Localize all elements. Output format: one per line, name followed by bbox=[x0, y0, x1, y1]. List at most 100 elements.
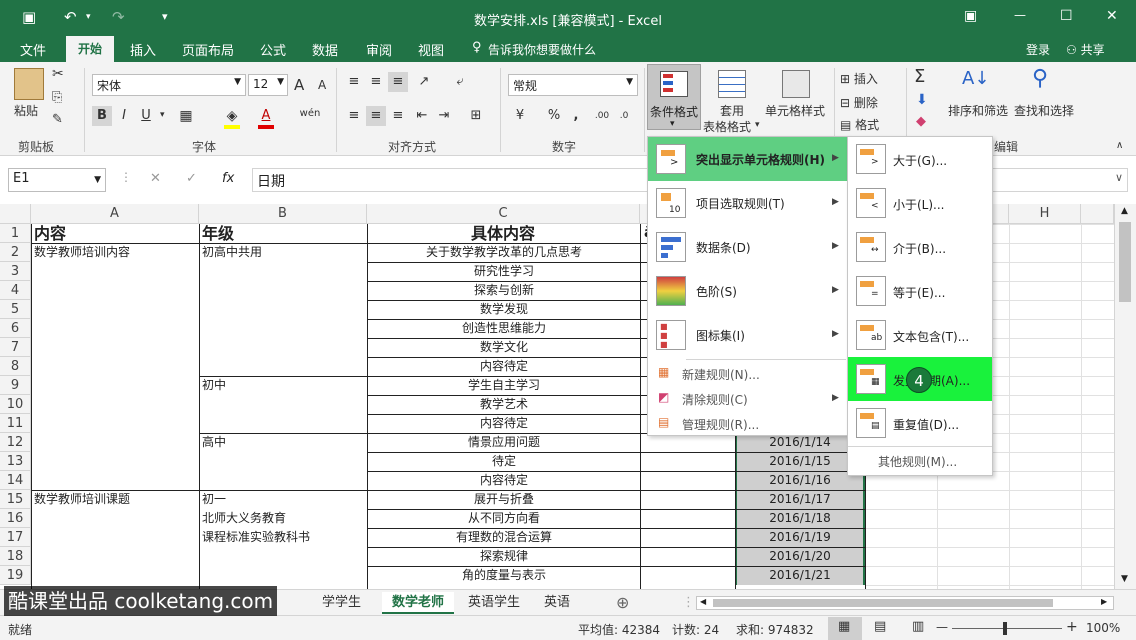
cell-styles-label[interactable]: 单元格样式 bbox=[765, 102, 825, 119]
format-cells-button[interactable]: ▤ 格式 bbox=[840, 116, 879, 133]
border-icon[interactable]: ▦ bbox=[176, 106, 196, 126]
submenu-item[interactable]: ↔ 介于(B)... bbox=[848, 225, 992, 269]
row-header[interactable]: 17 bbox=[0, 528, 31, 547]
autosum-icon[interactable]: Σ bbox=[914, 66, 925, 87]
cell-date[interactable]: 2016/1/21 bbox=[738, 566, 862, 585]
sort-filter-icon[interactable]: A↓ bbox=[962, 68, 989, 89]
horizontal-scrollbar[interactable]: ◀ ▶ bbox=[696, 596, 1114, 610]
row-header[interactable]: 3 bbox=[0, 262, 31, 281]
cell-date[interactable]: 2016/1/18 bbox=[738, 509, 862, 528]
format-as-table-label-1[interactable]: 套用 bbox=[720, 102, 744, 119]
decrease-indent-icon[interactable]: ⇤ bbox=[412, 106, 432, 126]
italic-button[interactable]: I bbox=[114, 106, 134, 126]
orientation-icon[interactable]: ↗ bbox=[414, 72, 434, 92]
sheet-tab-math-students[interactable]: 学学生 bbox=[312, 592, 371, 614]
scroll-up-icon[interactable]: ▲ bbox=[1121, 206, 1128, 216]
ribbon-display-icon[interactable]: ▣ bbox=[964, 8, 977, 24]
cell-date[interactable]: 2016/1/20 bbox=[738, 547, 862, 566]
find-select-icon[interactable]: ⚲ bbox=[1032, 66, 1048, 91]
header-cell-content[interactable]: 内容 bbox=[34, 224, 194, 243]
row-header[interactable]: 9 bbox=[0, 376, 31, 395]
sort-filter-button[interactable]: 排序和筛选 bbox=[948, 102, 1008, 119]
cell-c[interactable]: 教学艺术 bbox=[370, 395, 638, 414]
maximize-icon[interactable]: ☐ bbox=[1060, 8, 1073, 24]
font-name-box[interactable]: 宋体 ▼ bbox=[92, 74, 246, 96]
cell-c[interactable]: 角的度量与表示 bbox=[370, 566, 638, 585]
tell-me-search[interactable]: 告诉我你想要做什么 bbox=[488, 41, 596, 58]
number-format-box[interactable]: 常规 ▼ bbox=[508, 74, 638, 96]
merge-center-icon[interactable]: ⊞ bbox=[466, 106, 486, 126]
row-header[interactable]: 5 bbox=[0, 300, 31, 319]
vertical-scrollbar[interactable]: ▲ ▼ bbox=[1114, 204, 1136, 589]
cell-a[interactable]: 数学教师培训课题 bbox=[34, 490, 198, 509]
find-select-button[interactable]: 查找和选择 bbox=[1014, 102, 1074, 119]
cell-date[interactable]: 2016/1/17 bbox=[738, 490, 862, 509]
cell-c[interactable]: 探索与创新 bbox=[370, 281, 638, 300]
conditional-formatting-button[interactable]: 条件格式 ▾ bbox=[647, 64, 701, 130]
tab-formulas[interactable]: 公式 bbox=[260, 40, 286, 59]
row-header[interactable]: 8 bbox=[0, 357, 31, 376]
page-break-view-icon[interactable]: ▥ bbox=[912, 619, 924, 634]
zoom-in-button[interactable]: + bbox=[1066, 619, 1078, 635]
middle-align-icon[interactable]: ≡ bbox=[366, 72, 386, 92]
menu-item-color-scales[interactable]: 色阶(S) ▶ bbox=[648, 269, 847, 313]
header-cell-grade[interactable]: 年级 bbox=[202, 224, 362, 243]
column-header-b[interactable]: B bbox=[199, 204, 367, 224]
cell-c[interactable]: 内容待定 bbox=[370, 357, 638, 376]
format-painter-icon[interactable]: ✎ bbox=[52, 112, 63, 127]
menu-item-manage-rules[interactable]: ▤ 管理规则(R)... bbox=[648, 411, 847, 435]
submenu-item[interactable]: = 等于(E)... bbox=[848, 269, 992, 313]
menu-item-icon-sets[interactable]: ■ ■ ■ 图标集(I) ▶ bbox=[648, 313, 847, 357]
row-header[interactable]: 2 bbox=[0, 243, 31, 262]
insert-function-icon[interactable]: fx bbox=[222, 171, 234, 186]
cell-b[interactable]: 初高中共用 bbox=[202, 243, 366, 262]
zoom-out-button[interactable]: — bbox=[936, 620, 948, 634]
currency-icon[interactable]: ¥ bbox=[510, 106, 530, 126]
close-icon[interactable]: ✕ bbox=[1106, 8, 1118, 24]
menu-item-more-rules[interactable]: 其他规则(M)... bbox=[878, 453, 957, 470]
row-header[interactable]: 7 bbox=[0, 338, 31, 357]
cell-c[interactable]: 数学文化 bbox=[370, 338, 638, 357]
normal-view-button[interactable]: ▦ bbox=[828, 617, 862, 640]
tab-review[interactable]: 审阅 bbox=[366, 40, 392, 59]
cell-c[interactable]: 研究性学习 bbox=[370, 262, 638, 281]
phonetic-guide-icon[interactable]: wén bbox=[298, 104, 322, 124]
sheet-tab-english[interactable]: 英语 bbox=[534, 592, 580, 614]
menu-item-new-rule[interactable]: ▦ 新建规则(N)... bbox=[648, 361, 847, 385]
chevron-down-icon[interactable]: ▾ bbox=[160, 110, 165, 120]
zoom-slider[interactable] bbox=[952, 628, 1062, 629]
cell-a[interactable]: 数学教师培训内容 bbox=[34, 243, 198, 262]
increase-indent-icon[interactable]: ⇥ bbox=[434, 106, 454, 126]
bottom-align-icon[interactable]: ≡ bbox=[388, 72, 408, 92]
name-box[interactable]: E1 ▼ bbox=[8, 168, 106, 192]
cell-c[interactable]: 内容待定 bbox=[370, 471, 638, 490]
paste-icon[interactable] bbox=[14, 68, 44, 100]
scroll-thumb[interactable] bbox=[1119, 222, 1131, 302]
cell-date[interactable]: 2016/1/16 bbox=[738, 471, 862, 490]
row-header[interactable]: 4 bbox=[0, 281, 31, 300]
sign-in-link[interactable]: 登录 bbox=[1026, 41, 1050, 58]
tab-view[interactable]: 视图 bbox=[418, 40, 444, 59]
minimize-icon[interactable]: — bbox=[1014, 8, 1026, 22]
row-header[interactable]: 16 bbox=[0, 509, 31, 528]
column-header-h[interactable]: H bbox=[1009, 204, 1081, 224]
add-sheet-icon[interactable]: ⊕ bbox=[606, 592, 639, 614]
tab-home[interactable]: 开始 bbox=[66, 36, 114, 62]
enter-icon[interactable]: ✓ bbox=[186, 171, 197, 186]
chevron-down-icon[interactable]: ∨ bbox=[1115, 171, 1123, 184]
cell-c[interactable]: 学生自主学习 bbox=[370, 376, 638, 395]
menu-item-clear-rules[interactable]: ◩ 清除规则(C) ▶ bbox=[648, 386, 847, 410]
grow-font-icon[interactable]: A bbox=[294, 76, 304, 94]
cell-date[interactable]: 2016/1/19 bbox=[738, 528, 862, 547]
cell-b[interactable]: 高中 bbox=[202, 433, 366, 452]
wrap-text-icon[interactable]: ⤶ bbox=[450, 72, 470, 92]
scroll-right-icon[interactable]: ▶ bbox=[1101, 597, 1107, 606]
underline-button[interactable]: U bbox=[136, 106, 156, 126]
sheet-tab-english-students[interactable]: 英语学生 bbox=[458, 592, 530, 614]
sheet-tab-math-teacher[interactable]: 数学老师 bbox=[382, 592, 455, 614]
menu-item-highlight-cells-rules[interactable]: > 突出显示单元格规则(H) ▶ bbox=[648, 137, 847, 181]
comma-style-button[interactable]: , bbox=[566, 106, 586, 126]
zoom-slider-thumb[interactable] bbox=[1003, 622, 1007, 635]
cell-c[interactable]: 内容待定 bbox=[370, 414, 638, 433]
page-layout-view-icon[interactable]: ▤ bbox=[874, 619, 886, 634]
